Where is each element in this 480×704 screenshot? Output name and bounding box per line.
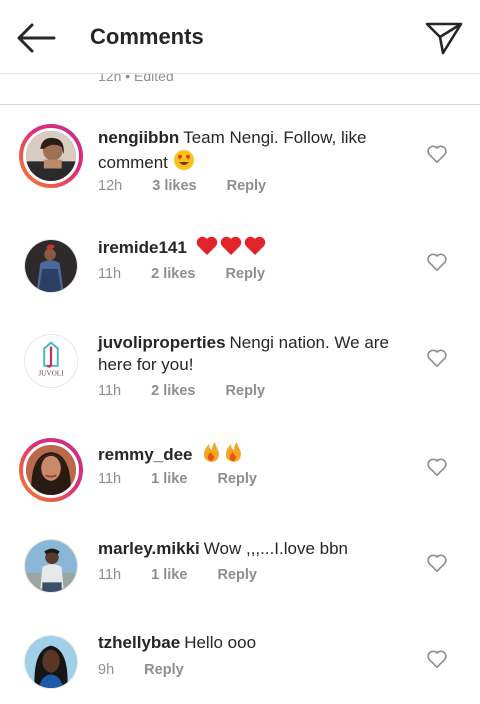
comment-likes[interactable]: 3 likes — [152, 178, 196, 194]
page-title: Comments — [90, 24, 204, 49]
comment-time: 11h — [98, 471, 122, 487]
avatar — [23, 128, 79, 184]
reply-button[interactable]: Reply — [217, 567, 257, 583]
fire-emoji-icon — [204, 442, 242, 462]
divider — [0, 104, 480, 105]
reply-button[interactable]: Reply — [144, 662, 184, 678]
reply-button[interactable]: Reply — [217, 471, 257, 487]
avatar — [24, 635, 78, 689]
comment-time: 12h — [98, 178, 123, 194]
comment-time: 11h — [98, 383, 122, 399]
like-heart-icon[interactable] — [426, 252, 448, 272]
comment-likes[interactable]: 2 likes — [151, 383, 195, 399]
avatar — [24, 239, 78, 293]
comment-time: 11h — [98, 266, 122, 282]
avatar-wrapper[interactable]: JUVOLI — [19, 329, 83, 393]
avatar — [24, 539, 78, 593]
send-direct-icon[interactable] — [424, 18, 464, 58]
comment-username[interactable]: juvoliproperties — [98, 333, 226, 352]
avatar-wrapper[interactable] — [19, 234, 83, 298]
comment-text: Wow ,,,...I.love bbn — [203, 539, 349, 558]
comment-likes[interactable]: 1 like — [151, 471, 187, 487]
reply-button[interactable]: Reply — [227, 178, 267, 194]
comment-likes[interactable]: 1 like — [151, 567, 187, 583]
comment-username[interactable]: iremide141 — [98, 238, 187, 257]
comment-username[interactable]: marley.mikki — [98, 539, 200, 558]
avatar-wrapper[interactable] — [19, 630, 83, 694]
reply-button[interactable]: Reply — [226, 383, 266, 399]
like-heart-icon[interactable] — [426, 457, 448, 477]
comment-text: Hello ooo — [184, 633, 257, 652]
avatar-story-ring[interactable] — [19, 438, 83, 502]
back-arrow-icon[interactable] — [14, 18, 58, 58]
top-bar: Comments — [0, 0, 480, 74]
like-heart-icon[interactable] — [426, 144, 448, 164]
comment-likes[interactable]: 2 likes — [151, 266, 195, 282]
comment-username[interactable]: tzhellybae — [98, 633, 180, 652]
comment-username[interactable]: nengiibbn — [98, 128, 179, 147]
like-heart-icon[interactable] — [426, 649, 448, 669]
avatar-wrapper[interactable] — [19, 534, 83, 598]
avatar — [23, 442, 79, 498]
red-heart-emoji-icon — [196, 236, 265, 255]
comment-time: 9h — [98, 662, 115, 678]
avatar-story-ring[interactable] — [19, 124, 83, 188]
reply-button[interactable]: Reply — [226, 266, 266, 282]
comment-username[interactable]: remmy_dee — [98, 445, 193, 464]
like-heart-icon[interactable] — [426, 553, 448, 573]
like-heart-icon[interactable] — [426, 348, 448, 368]
comment-time: 11h — [98, 567, 122, 583]
avatar-logo-text: JUVOLI — [38, 369, 64, 377]
heart-eyes-emoji-icon — [173, 150, 194, 170]
avatar: JUVOLI — [24, 334, 78, 388]
